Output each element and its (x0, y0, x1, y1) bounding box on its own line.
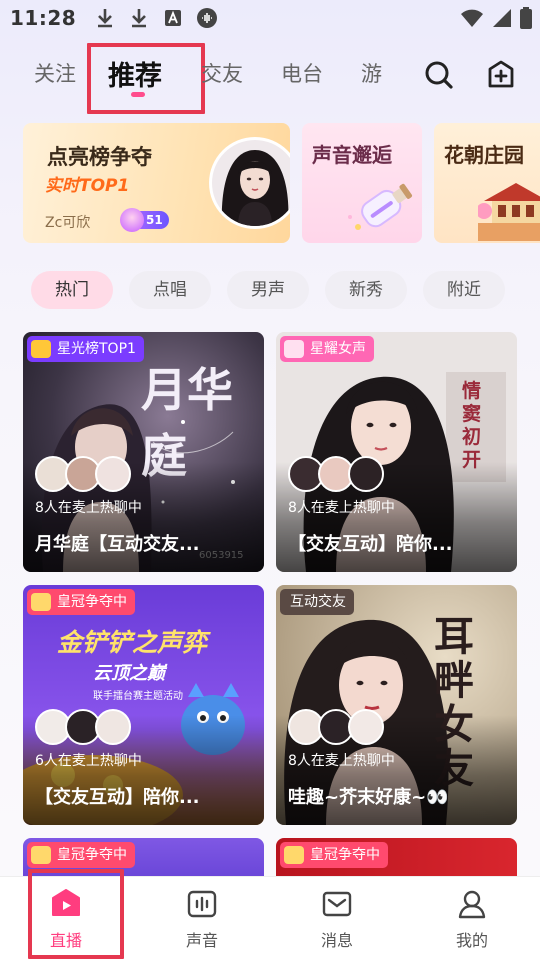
listener-count: 8人在麦上热聊中 (288, 500, 395, 516)
tab-follow[interactable]: 关注 (34, 58, 76, 88)
level-badge-icon (120, 208, 144, 232)
crown-icon (31, 846, 51, 864)
bottle-illustration (342, 175, 422, 243)
podcast-icon (196, 7, 218, 29)
status-time: 11:28 (10, 6, 77, 30)
nav-audio[interactable]: 声音 (162, 887, 242, 951)
mic-avatars (35, 709, 135, 745)
bottom-nav: 直播 声音 消息 我的 (0, 869, 540, 960)
trophy-icon (31, 340, 51, 358)
battery-icon (520, 7, 532, 33)
avatar (348, 456, 384, 492)
rank-banner-title: 点亮榜争夺 (47, 145, 152, 169)
tab-game[interactable]: 游 (361, 58, 391, 88)
room-title: 月华庭【互动交友... (35, 534, 200, 555)
download-icon (94, 7, 116, 29)
top-user-avatar[interactable] (209, 137, 290, 229)
mic-avatars (288, 709, 388, 745)
nav-messages[interactable]: 消息 (297, 887, 377, 951)
mic-avatars (35, 456, 135, 492)
crown-icon (284, 846, 304, 864)
category-chips: 热门 点唱 男声 新秀 附近 (0, 271, 540, 309)
rank-banner[interactable]: 点亮榜争夺 实时TOP1 Zc可欣 51 (23, 123, 290, 243)
avatar (348, 709, 384, 745)
nav-highlight-frame (28, 869, 124, 959)
status-bar: 11:28 (0, 0, 540, 36)
rank-banner-subtitle: 实时TOP1 (45, 176, 130, 196)
rank-banner-username: Zc可欣 (45, 215, 91, 231)
audio-wave-icon (185, 887, 219, 921)
banner-row: 点亮榜争夺 实时TOP1 Zc可欣 51 声音邂逅 花朝庄园 (0, 123, 540, 243)
mic-avatars (288, 456, 388, 492)
nav-label: 声音 (185, 931, 218, 950)
top-tab-bar: 关注 推荐 交友 电台 游 (0, 43, 540, 114)
room-title: 【交友互动】陪你... (288, 534, 453, 555)
voice-banner-title: 声音邂逅 (312, 143, 392, 167)
chip-newcomer[interactable]: 新秀 (325, 271, 407, 309)
avatar (95, 456, 131, 492)
room-title: 哇趣~芥末好康~👀 (288, 787, 449, 808)
room-card[interactable]: 耳畔女友 互动交友 8人在麦上热聊中 哇趣~芥末好康~👀 (276, 585, 517, 825)
search-icon[interactable] (424, 60, 454, 90)
chip-song-request[interactable]: 点唱 (129, 271, 211, 309)
listener-count: 6人在麦上热聊中 (35, 753, 142, 769)
tab-dating[interactable]: 交友 (201, 58, 243, 88)
download-icon (128, 7, 150, 29)
nav-label: 我的 (455, 931, 488, 950)
text-box-icon (162, 7, 184, 29)
cover-art-subtitle: 云顶之巅 (93, 663, 165, 684)
chip-hot[interactable]: 热门 (31, 271, 113, 309)
room-title: 【交友互动】陪你... (35, 787, 200, 808)
avatar (95, 709, 131, 745)
mail-icon (320, 887, 354, 921)
signal-icon (492, 8, 512, 32)
flower-garden-banner[interactable]: 花朝庄园 (434, 123, 540, 243)
room-card[interactable]: 金铲铲之声弈 云顶之巅 联手擂台赛主题活动 皇冠争夺中 6人在麦上热聊中 【交友… (23, 585, 264, 825)
voice-encounter-banner[interactable]: 声音邂逅 (302, 123, 422, 243)
tab-highlight-frame (87, 43, 205, 114)
cover-art-text: 情窦初开 (462, 380, 482, 471)
room-tag: 互动交友 (280, 589, 354, 615)
listener-count: 8人在麦上热聊中 (35, 500, 142, 516)
chip-male-voice[interactable]: 男声 (227, 271, 309, 309)
nav-label: 消息 (320, 931, 353, 950)
nav-profile[interactable]: 我的 (432, 887, 512, 951)
listener-count: 8人在麦上热聊中 (288, 753, 395, 769)
room-card[interactable]: 月华庭 6053915 星光榜TOP1 8人在麦上热聊中 月华庭【互动交友... (23, 332, 264, 572)
pavilion-illustration (476, 177, 540, 243)
tab-radio[interactable]: 电台 (281, 58, 323, 88)
add-square-icon[interactable] (486, 60, 516, 90)
crown-icon (284, 340, 304, 358)
wifi-icon (460, 8, 484, 32)
cover-art-text: 金铲铲之声弈 (57, 628, 208, 657)
profile-icon (455, 887, 489, 921)
cover-art-note: 联手擂台赛主题活动 (93, 691, 183, 702)
chip-nearby[interactable]: 附近 (423, 271, 505, 309)
crown-icon (31, 593, 51, 611)
room-card[interactable]: 皇冠争夺中 (276, 838, 517, 878)
garden-banner-title: 花朝庄园 (444, 143, 524, 167)
room-card[interactable]: 情窦初开 星耀女声 8人在麦上热聊中 【交友互动】陪你... (276, 332, 517, 572)
